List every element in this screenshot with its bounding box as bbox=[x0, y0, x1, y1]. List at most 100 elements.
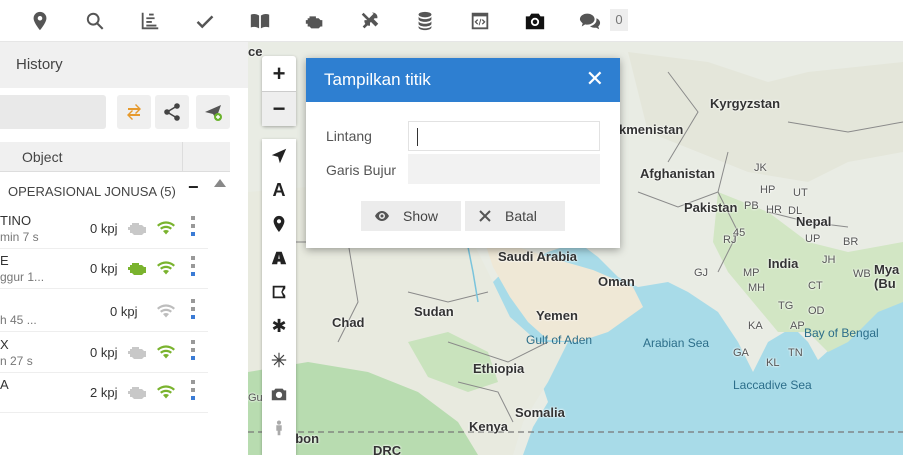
group-name: OPERASIONAL JONUSA (5) bbox=[8, 184, 176, 199]
share-button[interactable] bbox=[155, 95, 189, 129]
map-place-label: Somalia bbox=[515, 405, 565, 420]
signal-icon bbox=[157, 221, 175, 235]
chart-icon[interactable] bbox=[138, 9, 162, 33]
map-place-label: KA bbox=[748, 320, 763, 332]
engine-status-icon bbox=[128, 263, 146, 275]
route-icon[interactable] bbox=[262, 241, 296, 275]
object-status-time: h 45 ... bbox=[0, 313, 37, 327]
coins-icon[interactable] bbox=[413, 9, 437, 33]
map-place-label: 45 bbox=[733, 227, 746, 239]
map-place-label: TG bbox=[778, 300, 794, 312]
cancel-button[interactable]: Batal bbox=[465, 201, 565, 231]
close-icon[interactable]: ✕ bbox=[586, 66, 604, 92]
map-place-label: MH bbox=[748, 282, 766, 294]
engine-status-icon bbox=[128, 223, 146, 235]
object-column-title[interactable]: Object bbox=[22, 149, 62, 165]
object-search-input[interactable] bbox=[0, 95, 106, 129]
row-menu-button[interactable] bbox=[191, 299, 195, 325]
zoom-out-button[interactable]: − bbox=[262, 91, 296, 126]
book-icon[interactable] bbox=[248, 9, 272, 33]
map-place-label: Yemen bbox=[536, 308, 578, 323]
object-speed: 0 kpj bbox=[90, 345, 118, 360]
map-place-label: JH bbox=[822, 254, 836, 266]
object-row[interactable]: Xn 27 s 0 kpj bbox=[0, 333, 208, 373]
map-place-label: HR bbox=[766, 204, 782, 216]
map-place-label: UP bbox=[805, 233, 821, 245]
map-place-label: TN bbox=[788, 347, 803, 359]
refresh-button[interactable] bbox=[117, 95, 151, 129]
signal-icon bbox=[157, 261, 175, 275]
star-tool-icon[interactable]: ✱ bbox=[262, 309, 296, 343]
group-row[interactable]: OPERASIONAL JONUSA (5) − bbox=[0, 175, 212, 205]
add-object-button[interactable] bbox=[196, 95, 230, 129]
chat-count-badge: 0 bbox=[610, 9, 628, 31]
map-place-label: Oman bbox=[598, 274, 635, 289]
map-place-label: PB bbox=[744, 200, 759, 212]
show-button[interactable]: Show bbox=[361, 201, 461, 231]
map-place-label: UT bbox=[793, 187, 808, 199]
map-place-label: kmenistan bbox=[619, 122, 684, 137]
map-place-label: Kenya bbox=[469, 419, 509, 434]
map-place-label: Pakistan bbox=[684, 200, 738, 215]
map-place-label: CT bbox=[808, 280, 823, 292]
camera-icon[interactable] bbox=[523, 9, 547, 33]
signal-icon bbox=[157, 385, 175, 399]
text-tool-icon[interactable]: A bbox=[262, 173, 296, 207]
dialog-header: Tampilkan titik ✕ bbox=[306, 58, 620, 102]
object-speed: 0 kpj bbox=[110, 304, 138, 319]
chat-icon[interactable] bbox=[578, 9, 602, 33]
object-speed: 2 kpj bbox=[90, 385, 118, 400]
zoom-in-button[interactable]: + bbox=[262, 56, 296, 91]
object-row[interactable]: h 45 ... 0 kpj bbox=[0, 292, 208, 332]
street-view-icon[interactable] bbox=[262, 411, 296, 445]
check-icon[interactable] bbox=[193, 9, 217, 33]
row-menu-button[interactable] bbox=[191, 340, 195, 366]
object-name: E bbox=[0, 253, 9, 268]
object-speed: 0 kpj bbox=[90, 261, 118, 276]
object-name: TINO bbox=[0, 213, 32, 228]
cluster-icon[interactable] bbox=[262, 343, 296, 377]
map-place-label: Saudi Arabia bbox=[498, 249, 577, 264]
search-icon[interactable] bbox=[83, 9, 107, 33]
map-marker-icon[interactable] bbox=[28, 9, 52, 33]
column-divider bbox=[182, 142, 183, 172]
signal-icon bbox=[157, 304, 175, 318]
object-row[interactable]: TINO min 7 s 0 kpj bbox=[0, 209, 208, 249]
show-button-label: Show bbox=[403, 208, 439, 224]
latitude-input[interactable] bbox=[408, 121, 600, 151]
row-menu-button[interactable] bbox=[191, 216, 195, 242]
engine-icon[interactable] bbox=[303, 9, 327, 33]
scroll-up-arrow-icon[interactable] bbox=[214, 179, 226, 187]
object-row[interactable]: Eggur 1... 0 kpj bbox=[0, 249, 208, 289]
dialog-title: Tampilkan titik bbox=[324, 70, 431, 89]
map-place-label: HP bbox=[760, 184, 776, 196]
longitude-input[interactable] bbox=[408, 154, 600, 184]
swap-arrows-icon bbox=[127, 104, 141, 120]
map-place-label: Ethiopia bbox=[473, 361, 525, 376]
polygon-icon[interactable] bbox=[262, 275, 296, 309]
map-place-label: GJ bbox=[694, 267, 709, 279]
object-row[interactable]: A 2 kpj bbox=[0, 373, 208, 413]
navigate-icon[interactable] bbox=[262, 139, 296, 173]
map-place-label: DL bbox=[788, 205, 803, 217]
object-status-time: n 27 s bbox=[0, 354, 33, 368]
object-status-time: min 7 s bbox=[0, 230, 39, 244]
row-menu-button[interactable] bbox=[191, 380, 195, 406]
map-place-label: Laccadive Sea bbox=[733, 378, 812, 392]
map-place-label: (Bu bbox=[874, 276, 896, 291]
map-place-label: Afghanistan bbox=[640, 166, 716, 181]
map-place-label: AP bbox=[790, 320, 805, 332]
place-marker-icon[interactable] bbox=[262, 207, 296, 241]
history-tab[interactable]: History bbox=[16, 56, 63, 73]
tools-icon[interactable] bbox=[358, 9, 382, 33]
object-name: A bbox=[0, 377, 9, 392]
code-icon[interactable] bbox=[468, 9, 492, 33]
row-menu-button[interactable] bbox=[191, 256, 195, 282]
collapse-group-button[interactable]: − bbox=[188, 177, 199, 198]
photo-icon[interactable] bbox=[262, 377, 296, 411]
panel-header: History bbox=[0, 42, 248, 88]
map-place-label: ce bbox=[248, 44, 263, 59]
map-place-label: Gu bbox=[248, 392, 263, 404]
show-point-dialog: Tampilkan titik ✕ Lintang Garis Bujur Sh… bbox=[306, 58, 620, 248]
object-name: X bbox=[0, 337, 9, 352]
